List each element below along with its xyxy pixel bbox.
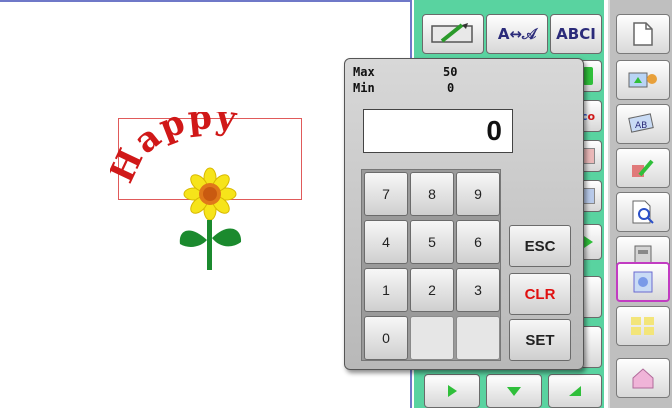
font-select-button[interactable]: ABCI <box>550 14 602 54</box>
embroidery-select-icon <box>633 271 653 293</box>
preview-button[interactable] <box>616 192 670 232</box>
max-label: Max <box>353 65 375 79</box>
esc-button[interactable]: ESC <box>509 225 571 267</box>
key-9[interactable]: 9 <box>456 172 500 216</box>
arrow-right-small-icon <box>583 236 593 248</box>
key-4[interactable]: 4 <box>364 220 408 264</box>
layout-button[interactable] <box>616 306 670 346</box>
letter-design-icon: AB <box>628 113 654 133</box>
key-8[interactable]: 8 <box>410 172 454 216</box>
embroidery-select-button[interactable] <box>616 262 670 302</box>
font-icon: ABCI <box>556 25 596 43</box>
arrow-right-icon <box>447 385 457 397</box>
home-button[interactable] <box>616 358 670 398</box>
text-arrange-button[interactable]: A↔𝒜 <box>486 14 548 54</box>
key-blank-1 <box>410 316 454 360</box>
key-0[interactable]: 0 <box>364 316 408 360</box>
max-value: 50 <box>443 65 458 79</box>
frame-edit-button[interactable] <box>422 14 484 54</box>
min-label: Min <box>353 81 375 95</box>
edit-design-button[interactable] <box>616 148 670 188</box>
import-design-button[interactable] <box>616 60 670 100</box>
move-down-button[interactable] <box>486 374 542 408</box>
arrow-down-icon <box>507 386 521 396</box>
new-page-button[interactable] <box>616 14 670 54</box>
edit-design-icon <box>632 159 654 177</box>
move-diagonal-button[interactable] <box>548 374 602 408</box>
key-7[interactable]: 7 <box>364 172 408 216</box>
preview-icon <box>632 200 654 224</box>
key-5[interactable]: 5 <box>410 220 454 264</box>
green-swatch-icon <box>583 67 593 85</box>
min-value: 0 <box>447 81 455 95</box>
text-arrange-icon: A↔𝒜 <box>497 25 537 43</box>
set-button[interactable]: SET <box>509 319 571 361</box>
key-2[interactable]: 2 <box>410 268 454 312</box>
layout-icon <box>631 317 654 335</box>
key-3[interactable]: 3 <box>456 268 500 312</box>
key-1[interactable]: 1 <box>364 268 408 312</box>
key-blank-2 <box>456 316 500 360</box>
number-pad: 7 8 9 4 5 6 1 2 3 0 <box>361 169 501 361</box>
arrow-upleft-icon <box>569 386 581 396</box>
numeric-keypad-dialog: Max 50 Min 0 0 7 8 9 4 5 6 1 2 3 0 ESC C… <box>344 58 584 370</box>
value-display: 0 <box>363 109 513 153</box>
letter-design-button[interactable]: AB <box>616 104 670 144</box>
home-icon <box>632 368 654 389</box>
main-menu-column: AB <box>608 0 672 408</box>
happy-sunflower-design: Happy <box>110 112 242 270</box>
svg-text:AB: AB <box>635 121 647 131</box>
key-6[interactable]: 6 <box>456 220 500 264</box>
pencil-frame-icon <box>431 23 473 43</box>
move-right-button[interactable] <box>424 374 480 408</box>
clr-button[interactable]: CLR <box>509 273 571 315</box>
new-page-icon <box>633 22 653 46</box>
import-design-icon <box>628 72 657 88</box>
